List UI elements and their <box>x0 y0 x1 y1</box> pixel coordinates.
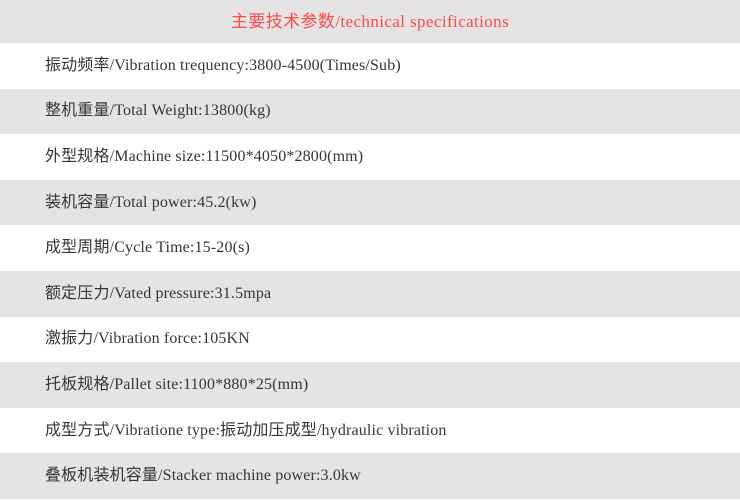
table-row: 叠板机装机容量/Stacker machine power:3.0kw <box>0 453 740 499</box>
table-row: 振动频率/Vibration trequency:3800-4500(Times… <box>0 43 740 89</box>
spec-row-label: 外型规格/Machine size:11500*4050*2800(mm) <box>45 147 364 165</box>
table-row: 成型方式/Vibratione type:振动加压成型/hydraulic vi… <box>0 407 740 454</box>
table-row: 成型周期/Cycle Time:15-20(s) <box>0 225 740 271</box>
table-row: 托板规格/Pallet site:1100*880*25(mm) <box>0 362 740 408</box>
spec-row-label: 额定压力/Vated pressure:31.5mpa <box>45 284 272 302</box>
spec-row-label: 振动频率/Vibration trequency:3800-4500(Times… <box>45 56 401 74</box>
spec-row-label: 托板规格/Pallet site:1100*880*25(mm) <box>45 375 309 393</box>
spec-row-label: 整机重量/Total Weight:13800(kg) <box>45 102 271 120</box>
spec-row-label: 成型周期/Cycle Time:15-20(s) <box>45 239 250 257</box>
technical-specifications-table: 主要技术参数/technical specifications 振动频率/Vib… <box>0 0 740 502</box>
table-row: 装机容量/Total power:45.2(kw) <box>0 179 740 226</box>
spec-row-label: 装机容量/Total power:45.2(kw) <box>45 193 257 211</box>
table-row: 外型规格/Machine size:11500*4050*2800(mm) <box>0 134 740 180</box>
table-row: 整机重量/Total Weight:13800(kg) <box>0 88 740 135</box>
table-row: 激振力/Vibration force:105KN <box>0 316 740 363</box>
specification-rows-container: 振动频率/Vibration trequency:3800-4500(Times… <box>0 43 740 499</box>
specifications-header: 主要技术参数/technical specifications <box>0 0 740 43</box>
spec-row-label: 成型方式/Vibratione type:振动加压成型/hydraulic vi… <box>45 421 447 439</box>
table-row: 额定压力/Vated pressure:31.5mpa <box>0 270 740 317</box>
spec-row-label: 叠板机装机容量/Stacker machine power:3.0kw <box>45 467 361 485</box>
spec-row-label: 激振力/Vibration force:105KN <box>45 330 250 348</box>
page-title: 主要技术参数/technical specifications <box>230 12 510 31</box>
